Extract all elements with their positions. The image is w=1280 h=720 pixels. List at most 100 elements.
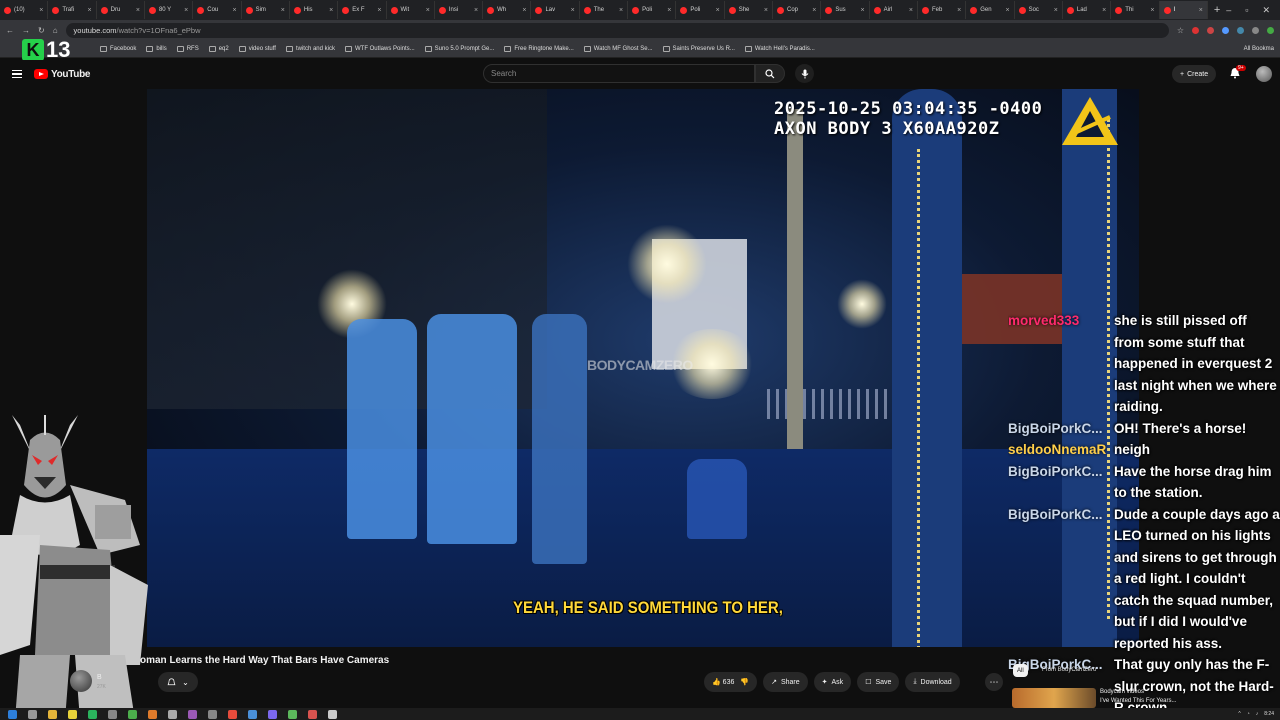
recommendation-channel-chip[interactable]: Bodycam videos <box>1100 689 1144 695</box>
voice-search-button[interactable] <box>795 64 814 83</box>
extension-icon[interactable] <box>1207 26 1214 34</box>
new-tab-button[interactable]: + <box>1208 4 1226 16</box>
tray-chevron-icon[interactable]: ^ <box>1238 711 1240 717</box>
search-input[interactable]: Search <box>483 64 755 83</box>
browser-tab[interactable]: Trafi × <box>48 1 97 19</box>
browser-tab[interactable]: Poli × <box>676 1 725 19</box>
recommendation-thumbnail[interactable] <box>1012 688 1096 708</box>
bookmark-item[interactable]: video stuff <box>238 45 276 52</box>
home-icon[interactable]: ⌂ <box>53 26 58 35</box>
tab-close-icon[interactable]: × <box>1005 7 1009 14</box>
tab-close-icon[interactable]: × <box>1102 7 1106 14</box>
channel-avatar[interactable] <box>70 670 92 692</box>
extension-icon[interactable] <box>1252 26 1259 34</box>
close-window-icon[interactable]: ✕ <box>1262 5 1270 16</box>
like-button[interactable]: 👍 636 <box>712 678 734 686</box>
tab-close-icon[interactable]: × <box>377 7 381 14</box>
browser-tab[interactable]: Airl × <box>870 1 918 19</box>
bookmark-item[interactable]: Facebook <box>100 45 136 52</box>
app-icon[interactable] <box>168 709 177 719</box>
maximize-icon[interactable]: ▫ <box>1245 5 1248 16</box>
tab-close-icon[interactable]: × <box>812 7 816 14</box>
save-button[interactable]: ☐ Save <box>857 672 900 692</box>
clock[interactable]: 8:24 <box>1264 711 1274 717</box>
url-field[interactable]: youtube.com/watch?v=1OFna6_ePbw <box>65 22 1169 38</box>
app-icon[interactable] <box>128 709 137 719</box>
app-icon[interactable] <box>308 709 317 719</box>
tab-close-icon[interactable]: × <box>136 7 140 14</box>
browser-tab[interactable]: Thi × <box>1111 1 1160 19</box>
browser-tab[interactable]: Insi × <box>435 1 484 19</box>
volume-icon[interactable]: ♪ <box>1256 711 1259 717</box>
bookmark-item[interactable]: Suno 5.0 Prompt Ge... <box>424 45 494 52</box>
bookmark-item[interactable]: WTF Outlaws Points... <box>344 45 415 52</box>
chip-all[interactable]: All <box>1013 664 1028 677</box>
more-actions-button[interactable]: ⋯ <box>985 673 1003 691</box>
browser-tab[interactable]: His × <box>290 1 339 19</box>
ask-button[interactable]: ✦ Ask <box>813 672 852 692</box>
search-taskbar-icon[interactable] <box>28 709 37 719</box>
app-icon[interactable] <box>188 709 197 719</box>
bookmark-item[interactable]: RFS <box>176 45 199 52</box>
tab-close-icon[interactable]: × <box>1150 7 1154 14</box>
app-icon[interactable] <box>208 709 217 719</box>
bookmark-item[interactable]: twitch and kick <box>285 45 335 52</box>
extension-icon[interactable] <box>1237 26 1244 34</box>
browser-tab[interactable]: Cop × <box>773 1 822 19</box>
tab-close-icon[interactable]: × <box>909 7 913 14</box>
tab-close-icon[interactable]: × <box>281 7 285 14</box>
app-icon[interactable] <box>148 709 157 719</box>
network-icon[interactable]: ◔ <box>1247 711 1250 717</box>
browser-tab[interactable]: (10) × <box>0 1 49 19</box>
browser-tab[interactable]: Poli × <box>628 1 677 19</box>
tab-close-icon[interactable]: × <box>1199 7 1203 14</box>
tab-close-icon[interactable]: × <box>764 7 768 14</box>
app-icon[interactable] <box>268 709 277 719</box>
tab-close-icon[interactable]: × <box>522 7 526 14</box>
dislike-button[interactable]: 👎 <box>740 678 749 686</box>
browser-tab[interactable]: Feb × <box>918 1 967 19</box>
bookmark-item[interactable]: Free Ringtone Make... <box>504 45 574 52</box>
start-icon[interactable] <box>8 709 17 719</box>
browser-tab[interactable]: The × <box>580 1 629 19</box>
extension-icon[interactable] <box>1192 26 1199 34</box>
youtube-logo[interactable]: YouTube <box>34 69 91 80</box>
bookmark-item[interactable]: Saints Preserve Us R... <box>662 45 735 52</box>
bookmark-item[interactable]: eq2 <box>208 45 229 52</box>
tab-close-icon[interactable]: × <box>571 7 575 14</box>
app-icon[interactable] <box>288 709 297 719</box>
account-avatar[interactable] <box>1256 66 1272 82</box>
tab-close-icon[interactable]: × <box>39 7 43 14</box>
tab-close-icon[interactable]: × <box>619 7 623 14</box>
bookmark-item[interactable]: Watch MF Ghost Se... <box>583 45 653 52</box>
subscription-bell-button[interactable]: ⌄ <box>158 672 198 692</box>
tab-close-icon[interactable]: × <box>426 7 430 14</box>
tab-close-icon[interactable]: × <box>667 7 671 14</box>
forward-icon[interactable]: → <box>22 26 30 35</box>
tab-close-icon[interactable]: × <box>1054 7 1058 14</box>
tab-close-icon[interactable]: × <box>329 7 333 14</box>
chrome-icon[interactable] <box>248 709 257 719</box>
tab-close-icon[interactable]: × <box>861 7 865 14</box>
bookmark-star-icon[interactable]: ☆ <box>1177 26 1184 35</box>
app-icon[interactable] <box>88 709 97 719</box>
browser-tab[interactable]: Lav × <box>531 1 580 19</box>
video-player[interactable]: 2025-10-25 03:04:35 -0400 AXON BODY 3 X6… <box>147 89 1139 647</box>
all-bookmarks[interactable]: All Bookma <box>1244 46 1280 52</box>
reload-icon[interactable]: ↻ <box>38 26 45 35</box>
browser-tab[interactable]: Sus × <box>821 1 870 19</box>
app-icon[interactable] <box>68 709 77 719</box>
bookmark-item[interactable]: Watch Hell's Paradis... <box>744 45 815 52</box>
tab-close-icon[interactable]: × <box>184 7 188 14</box>
tab-close-icon[interactable]: × <box>88 7 92 14</box>
tab-close-icon[interactable]: × <box>232 7 236 14</box>
app-icon[interactable] <box>228 709 237 719</box>
minimize-icon[interactable]: – <box>1226 5 1231 16</box>
channel-name[interactable]: B <box>97 674 102 681</box>
recommendation-title[interactable]: I've Wanted This For Years... <box>1100 698 1177 704</box>
browser-tab[interactable]: Sim × <box>242 1 290 19</box>
browser-tab[interactable]: Lad × <box>1063 1 1112 19</box>
browser-tab[interactable]: Soc × <box>1015 1 1063 19</box>
browser-tab[interactable]: Wh × <box>483 1 532 19</box>
file-explorer-icon[interactable] <box>48 709 57 719</box>
